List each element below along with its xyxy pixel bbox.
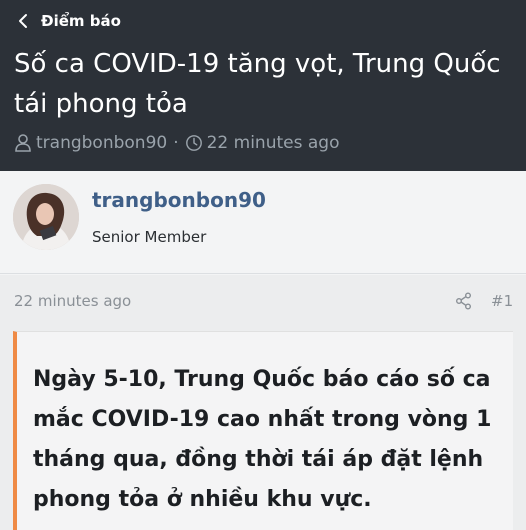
lead-text: Ngày 5-10, Trung Quốc báo cáo số ca mắc … bbox=[33, 367, 492, 512]
page-title: Số ca COVID-19 tăng vọt, Trung Quốc tái … bbox=[14, 49, 501, 119]
thread-author[interactable]: trangbonbon90 bbox=[36, 133, 167, 153]
thread-time[interactable]: 22 minutes ago bbox=[207, 133, 340, 153]
avatar[interactable] bbox=[13, 184, 79, 250]
post-timestamp[interactable]: 22 minutes ago bbox=[14, 292, 131, 310]
post-username[interactable]: trangbonbon90 bbox=[92, 188, 266, 212]
user-title: Senior Member bbox=[92, 228, 207, 246]
breadcrumb[interactable]: Điểm báo bbox=[16, 12, 121, 30]
avatar-image bbox=[13, 184, 79, 250]
thread-meta: trangbonbon90 · 22 minutes ago bbox=[14, 133, 339, 153]
share-icon[interactable] bbox=[455, 292, 473, 310]
user-icon bbox=[15, 134, 31, 152]
thread-header: Điểm báo Số ca COVID-19 tăng vọt, Trung … bbox=[0, 0, 526, 171]
post-number[interactable]: #1 bbox=[491, 292, 513, 310]
breadcrumb-label: Điểm báo bbox=[41, 12, 121, 30]
post-body: 22 minutes ago #1 Ngày 5-10, Trung Quốc … bbox=[0, 275, 526, 530]
lead-quote-block: Ngày 5-10, Trung Quốc báo cáo số ca mắc … bbox=[13, 331, 513, 530]
meta-separator: · bbox=[173, 133, 179, 153]
chevron-left-icon bbox=[19, 14, 27, 28]
post-author-bar: trangbonbon90 Senior Member bbox=[0, 171, 526, 274]
clock-icon bbox=[185, 135, 202, 151]
